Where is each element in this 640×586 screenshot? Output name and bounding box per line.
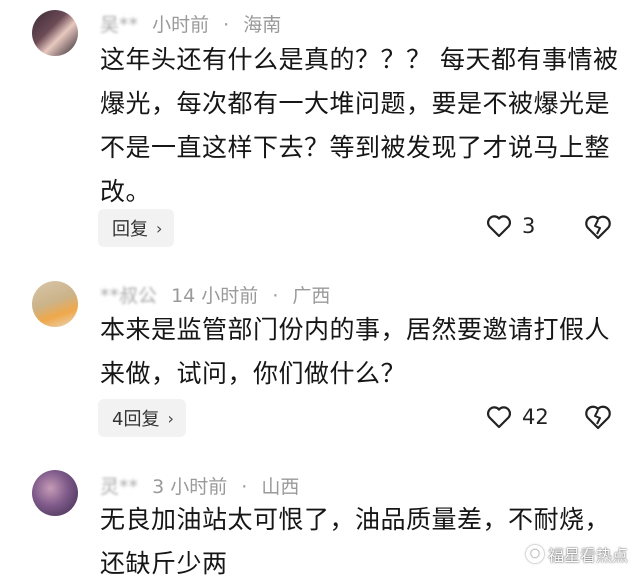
separator: · [272,285,279,307]
username[interactable]: 灵** [100,472,138,499]
reply-button[interactable]: 回复 › [98,209,175,247]
like-count: 42 [522,405,549,429]
timestamp: 14 小时前 [171,285,259,307]
location: 广西 [292,285,331,307]
separator: · [223,14,230,36]
comment-meta: **叔公 14 小时前 · 广西 [100,281,330,308]
broken-heart-icon [584,214,612,240]
watermark-text: 福星看热点 [547,546,628,565]
dislike-button[interactable] [584,214,612,240]
location: 山西 [261,476,300,498]
broken-heart-icon [584,404,612,430]
like-button[interactable]: 42 [486,405,549,429]
username[interactable]: **叔公 [100,281,157,308]
avatar[interactable] [32,281,78,327]
heart-icon [486,405,512,429]
like-count: 3 [522,214,536,238]
comment-meta: 灵** 3 小时前 · 山西 [100,472,299,499]
comment-text: 本来是监管部门份内的事，居然要邀请打假人来做，试问，你们做什么？ [100,315,611,388]
dislike-button[interactable] [584,404,612,430]
chevron-right-icon: › [156,218,163,238]
location: 海南 [243,14,282,36]
comment-text: 这年头还有什么是真的？？？ 每天都有事情被爆光，每次都有一大堆问题，要是不被爆光… [100,45,619,206]
avatar[interactable] [32,470,78,516]
heart-icon [486,214,512,238]
watermark-logo-icon: ● [525,545,544,563]
reply-label: 回复 [112,219,148,240]
timestamp: 小时前 [152,14,210,36]
comment-meta: 吴** 小时前 · 海南 [100,10,281,37]
chevron-right-icon: › [167,408,174,428]
separator: · [241,476,248,498]
username[interactable]: 吴** [100,10,138,37]
reply-button[interactable]: 4回复 › [98,399,186,437]
watermark: ● 福星看热点 [525,542,628,566]
timestamp: 3 小时前 [152,476,228,498]
avatar[interactable] [32,10,78,56]
reply-label: 4回复 [112,409,160,430]
like-button[interactable]: 3 [486,214,535,238]
